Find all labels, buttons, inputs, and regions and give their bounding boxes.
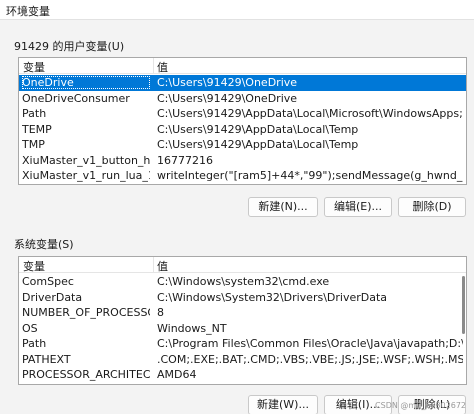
variable-name-cell: PATHEXT: [22, 352, 71, 366]
variable-value-cell: C:\Windows\system32\cmd.exe: [157, 275, 330, 288]
table-row[interactable]: NUMBER_OF_PROCESSORS 8: [19, 305, 466, 321]
system-vars-label: 系统变量(S): [14, 238, 74, 251]
variable-name-cell: XiuMaster_v1_button_hotk...: [22, 153, 150, 167]
table-row[interactable]: PROCESSOR_ARCHITECTURE AMD64: [19, 367, 466, 383]
user-new-button[interactable]: 新建(N)...: [248, 197, 318, 217]
system-new-button[interactable]: 新建(W)...: [248, 395, 318, 414]
column-header-value[interactable]: 值: [153, 258, 453, 273]
variable-name-cell: PROCESSOR_IDENTIFIER: [22, 384, 150, 385]
table-row[interactable]: TMP C:\Users\91429\AppData\Local\Temp: [19, 137, 466, 153]
table-row[interactable]: Path C:\Users\91429\AppData\Local\Microso…: [19, 106, 466, 122]
variable-value-cell: AMD64: [157, 368, 197, 381]
variable-value-cell: Windows_NT: [157, 321, 227, 335]
table-row[interactable]: OneDriveConsumer C:\Users\91429\OneDrive: [19, 91, 466, 107]
user-delete-button[interactable]: 删除(D): [398, 197, 466, 217]
column-header-variable[interactable]: 变量: [19, 59, 153, 74]
variable-value-cell: C:\Windows\System32\Drivers\DriverData: [157, 290, 388, 304]
window-title: 环境变量: [6, 5, 50, 18]
user-vars-header: 变量 值: [19, 58, 466, 74]
variable-name-cell: TMP: [22, 138, 45, 151]
column-header-value[interactable]: 值: [153, 59, 453, 74]
scrollbar-thumb[interactable]: [462, 276, 465, 334]
variable-value-cell: C:\Program Files\Common Files\Oracle\Jav…: [157, 337, 463, 350]
table-row[interactable]: DriverData C:\Windows\System32\Drivers\Dr…: [19, 290, 466, 306]
system-vars-rows: ComSpec C:\Windows\system32\cmd.exe Driver…: [19, 274, 466, 385]
variable-value-cell: C:\Users\91429\OneDrive: [157, 91, 298, 105]
table-row[interactable]: OneDrive C:\Users\91429\OneDrive: [19, 75, 466, 91]
title-bar[interactable]: 环境变量: [0, 0, 474, 20]
table-row[interactable]: PATHEXT .COM;.EXE;.BAT;.CMD;.VBS;.VBE;.JS…: [19, 352, 466, 368]
column-header-variable[interactable]: 变量: [19, 258, 153, 273]
variable-name-cell: ComSpec: [22, 275, 74, 288]
system-vars-list[interactable]: 变量 值 ComSpec C:\Windows\system32\cmd.exe D…: [18, 256, 467, 385]
variable-value-cell: 8: [157, 306, 164, 319]
variable-name-cell: Path: [22, 107, 47, 120]
variable-name-cell: OneDriveConsumer: [22, 91, 130, 105]
variable-value-cell: C:\Users\91429\AppData\Local\Microsoft\W…: [157, 107, 463, 120]
user-vars-list[interactable]: 变量 值 OneDrive C:\Users\91429\OneDrive OneD…: [18, 57, 467, 185]
table-row[interactable]: OS Windows_NT: [19, 321, 466, 337]
variable-name-cell: PROCESSOR_ARCHITECTURE: [22, 368, 150, 381]
table-row[interactable]: ComSpec C:\Windows\system32\cmd.exe: [19, 274, 466, 290]
system-vars-scrollbar[interactable]: [460, 274, 466, 384]
system-vars-header: 变量 值: [19, 257, 466, 273]
table-row[interactable]: XiuMaster_v1_run_lua_1788 writeInteger("[…: [19, 168, 466, 184]
variable-value-cell: writeInteger("[ram5]+44*,"99");sendMessa…: [157, 169, 463, 182]
table-row[interactable]: TEMP C:\Users\91429\AppData\Local\Temp: [19, 122, 466, 138]
variable-name-cell: TEMP: [22, 122, 52, 136]
variable-name-cell: OS: [22, 321, 38, 335]
variable-name-cell: Path: [22, 337, 47, 350]
variable-value-cell: Intel64 Family 6 Model 140 Stepping 1, G…: [157, 384, 463, 385]
variable-name-cell: NUMBER_OF_PROCESSORS: [22, 306, 150, 319]
watermark-text: CSDN @m0_68302672: [375, 401, 466, 410]
table-row[interactable]: PROCESSOR_IDENTIFIER Intel64 Family 6 Mod…: [19, 383, 466, 385]
variable-value-cell: 16777216: [157, 153, 213, 167]
user-vars-rows: OneDrive C:\Users\91429\OneDrive OneDriveC…: [19, 75, 466, 184]
variable-name-cell: OneDrive: [22, 76, 150, 89]
table-row[interactable]: Path C:\Program Files\Common Files\Oracle…: [19, 336, 466, 352]
variable-value-cell: C:\Users\91429\AppData\Local\Temp: [157, 138, 359, 151]
user-edit-button[interactable]: 编辑(E)...: [324, 197, 392, 217]
variable-value-cell: C:\Users\91429\OneDrive: [157, 76, 298, 89]
variable-name-cell: XiuMaster_v1_run_lua_1788: [22, 169, 150, 182]
table-row[interactable]: XiuMaster_v1_button_hotk... 16777216: [19, 153, 466, 169]
variable-name-cell: DriverData: [22, 290, 83, 304]
variable-value-cell: .COM;.EXE;.BAT;.CMD;.VBS;.VBE;.JS;.JSE;.…: [157, 352, 463, 366]
variable-value-cell: C:\Users\91429\AppData\Local\Temp: [157, 122, 359, 136]
user-vars-label: 91429 的用户变量(U): [14, 40, 125, 53]
